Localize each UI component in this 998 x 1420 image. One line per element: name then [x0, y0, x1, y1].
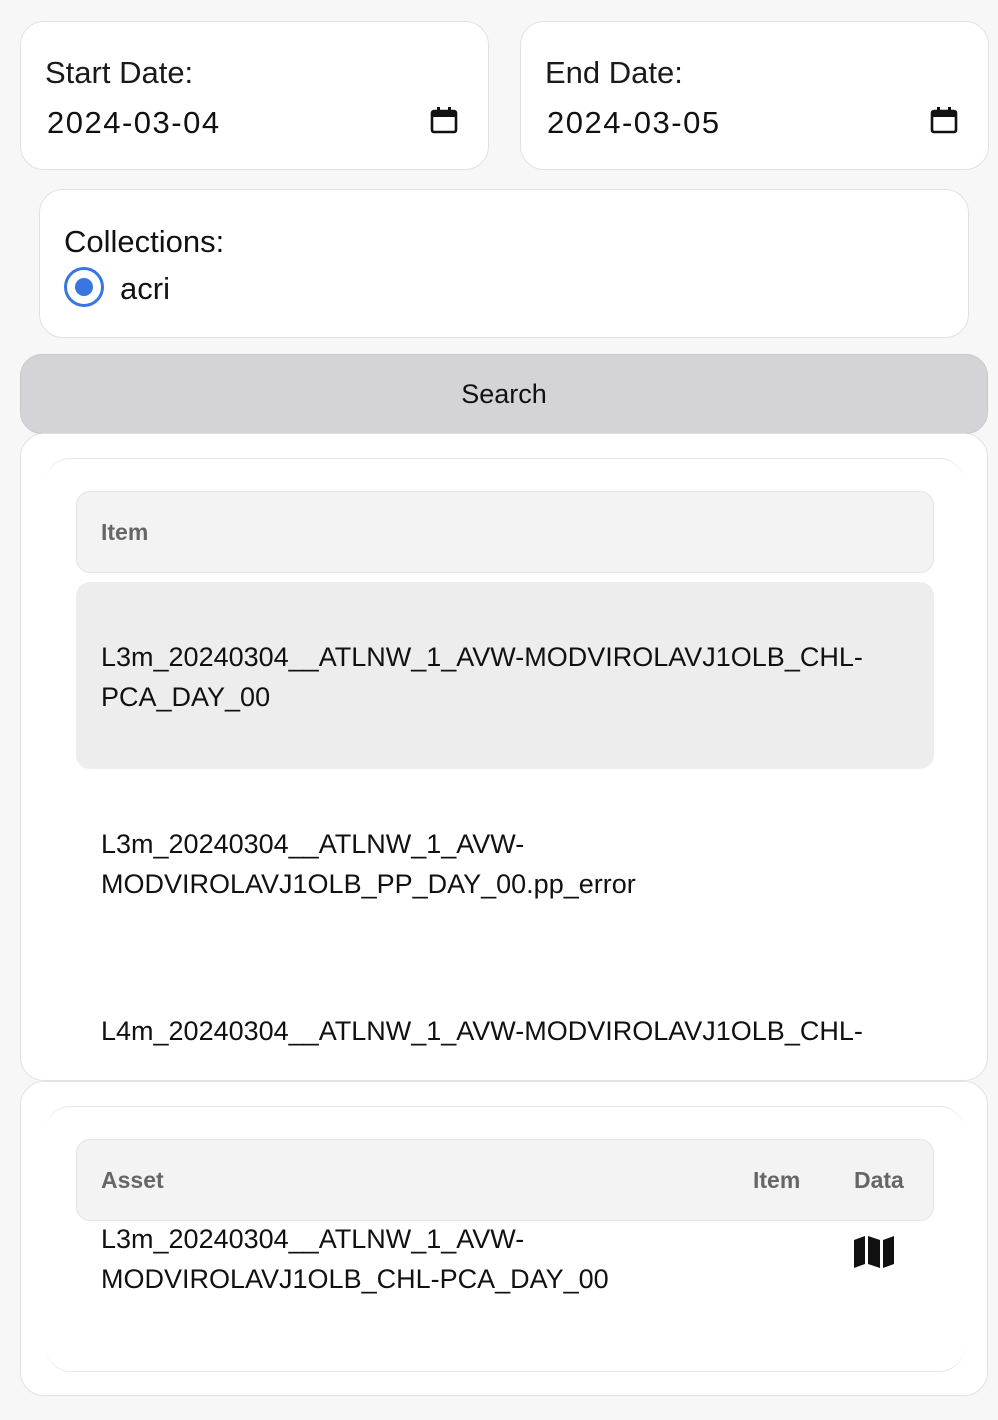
start-date-card: Start Date: 2024-03-04 — [20, 21, 489, 170]
start-date-input[interactable]: 2024-03-04 — [47, 105, 221, 141]
items-table-header: Item — [76, 491, 934, 573]
collection-radio-acri[interactable] — [64, 267, 104, 307]
end-date-label: End Date: — [545, 55, 683, 90]
start-date-label: Start Date: — [45, 55, 194, 90]
column-header-item[interactable]: Item — [101, 519, 148, 546]
collections-label: Collections: — [64, 224, 225, 259]
assets-table-header: Asset Item Data — [76, 1139, 934, 1221]
table-row[interactable]: L4m_20240304__ATLNW_1_AVW-MODVIROLAVJ1OL… — [76, 956, 934, 1058]
assets-panel: Asset Item Data L3m_20240304__ATLNW_1_AV… — [20, 1081, 988, 1396]
table-row[interactable]: L3m_20240304__ATLNW_1_AVW-MODVIROLAVJ1OL… — [76, 769, 934, 956]
end-date-input[interactable]: 2024-03-05 — [547, 105, 721, 141]
item-name: L3m_20240304__ATLNW_1_AVW-MODVIROLAVJ1OL… — [101, 642, 863, 712]
asset-name: L3m_20240304__ATLNW_1_AVW-MODVIROLAVJ1OL… — [101, 1224, 609, 1294]
collection-option-label[interactable]: acri — [120, 271, 170, 307]
map-icon[interactable] — [853, 1235, 895, 1269]
end-date-card: End Date: 2024-03-05 — [520, 21, 989, 170]
table-row[interactable]: L3m_20240304__ATLNW_1_AVW-MODVIROLAVJ1OL… — [76, 582, 934, 769]
calendar-icon[interactable] — [430, 106, 458, 134]
search-button[interactable]: Search — [20, 354, 988, 434]
column-header-item[interactable]: Item — [753, 1167, 800, 1194]
column-header-asset[interactable]: Asset — [101, 1167, 164, 1194]
items-table[interactable]: Item L3m_20240304__ATLNW_1_AVW-MODVIROLA… — [45, 458, 965, 1058]
calendar-icon[interactable] — [930, 106, 958, 134]
collections-card: Collections: acri — [39, 189, 969, 338]
assets-table: Asset Item Data L3m_20240304__ATLNW_1_AV… — [45, 1106, 965, 1372]
item-name: L3m_20240304__ATLNW_1_AVW-MODVIROLAVJ1OL… — [101, 829, 636, 899]
items-panel: Item L3m_20240304__ATLNW_1_AVW-MODVIROLA… — [20, 433, 988, 1081]
item-name: L4m_20240304__ATLNW_1_AVW-MODVIROLAVJ1OL… — [101, 1016, 863, 1058]
column-header-data[interactable]: Data — [854, 1167, 904, 1194]
